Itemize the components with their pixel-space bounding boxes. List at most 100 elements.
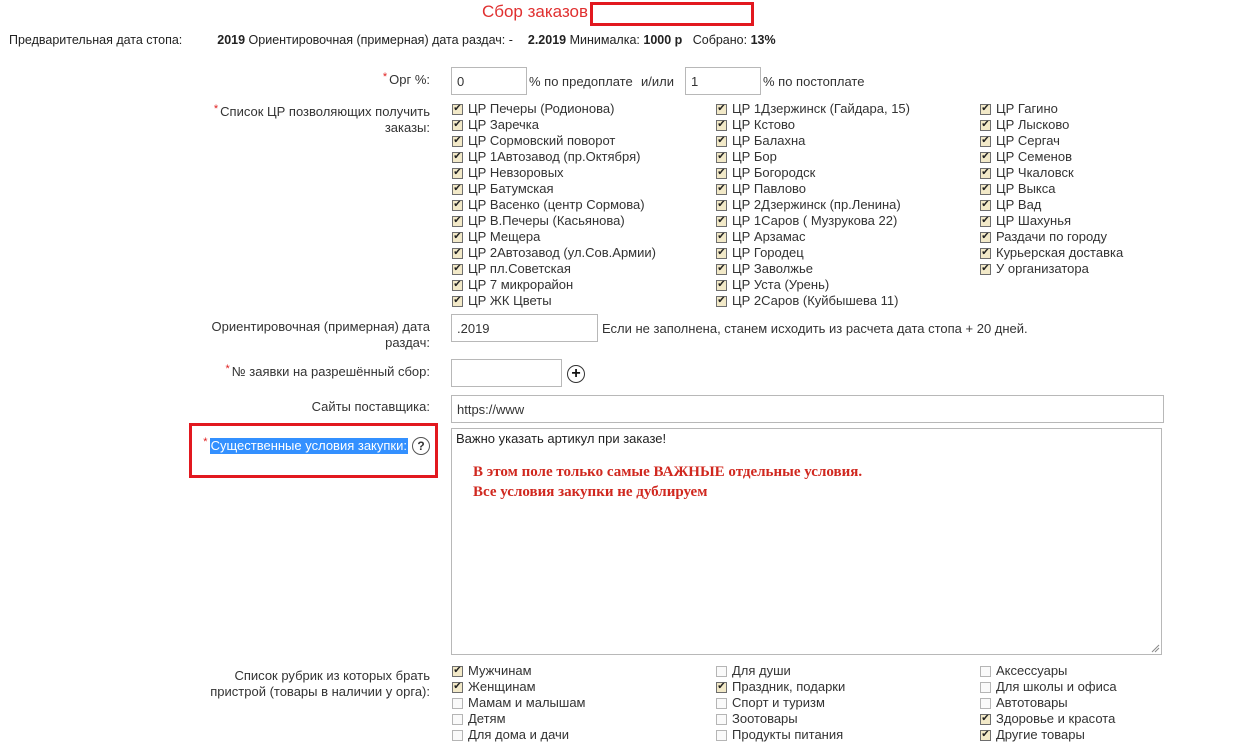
- checkbox-checked[interactable]: ✔: [452, 167, 463, 179]
- checkbox-item[interactable]: ✔ ЦР Балахна: [715, 133, 910, 149]
- checkbox-unchecked[interactable]: [980, 697, 991, 709]
- checkbox-item[interactable]: ✔ ЦР Уста (Урень): [715, 277, 910, 293]
- checkbox-item[interactable]: ✔ ЦР Сергач: [979, 133, 1123, 149]
- checkbox-item[interactable]: Аксессуары: [979, 663, 1117, 679]
- checkbox-checked[interactable]: ✔: [452, 681, 463, 693]
- checkbox-item[interactable]: ✔ ЦР Выкса: [979, 181, 1123, 197]
- checkbox-item[interactable]: ✔ Раздачи по городу: [979, 229, 1123, 245]
- checkbox-item[interactable]: ✔ ЦР Богородск: [715, 165, 910, 181]
- checkbox-checked[interactable]: ✔: [452, 279, 463, 291]
- checkbox-checked[interactable]: ✔: [716, 199, 727, 211]
- checkbox-unchecked[interactable]: [980, 665, 991, 677]
- checkbox-item[interactable]: ✔ ЦР Бор: [715, 149, 910, 165]
- conditions-textarea[interactable]: Важно указать артикул при заказе! В этом…: [451, 428, 1162, 655]
- checkbox-unchecked[interactable]: [452, 697, 463, 709]
- checkbox-checked[interactable]: ✔: [716, 681, 727, 693]
- help-icon[interactable]: ?: [412, 437, 430, 455]
- checkbox-item[interactable]: ✔ ЦР Кстово: [715, 117, 910, 133]
- checkbox-checked[interactable]: ✔: [716, 295, 727, 307]
- checkbox-item[interactable]: Автотовары: [979, 695, 1117, 711]
- checkbox-checked[interactable]: ✔: [452, 199, 463, 211]
- checkbox-item[interactable]: ✔ ЦР Сормовский поворот: [451, 133, 656, 149]
- checkbox-item[interactable]: ✔ ЦР Лысково: [979, 117, 1123, 133]
- checkbox-checked[interactable]: ✔: [452, 215, 463, 227]
- checkbox-checked[interactable]: ✔: [980, 729, 991, 741]
- checkbox-item[interactable]: ✔ ЦР Семенов: [979, 149, 1123, 165]
- checkbox-checked[interactable]: ✔: [716, 151, 727, 163]
- checkbox-item[interactable]: ✔ ЦР 1Дзержинск (Гайдара, 15): [715, 101, 910, 117]
- checkbox-checked[interactable]: ✔: [716, 263, 727, 275]
- checkbox-checked[interactable]: ✔: [716, 135, 727, 147]
- checkbox-checked[interactable]: ✔: [716, 279, 727, 291]
- add-permit-plus-icon[interactable]: +: [567, 365, 585, 383]
- checkbox-checked[interactable]: ✔: [980, 119, 991, 131]
- checkbox-item[interactable]: ✔ ЦР Заволжье: [715, 261, 910, 277]
- checkbox-item[interactable]: ✔ ЦР Городец: [715, 245, 910, 261]
- checkbox-item[interactable]: Детям: [451, 711, 586, 727]
- checkbox-checked[interactable]: ✔: [716, 231, 727, 243]
- sites-input[interactable]: [451, 395, 1164, 423]
- checkbox-item[interactable]: ✔ ЦР 7 микрорайон: [451, 277, 656, 293]
- checkbox-item[interactable]: ✔ ЦР Чкаловск: [979, 165, 1123, 181]
- checkbox-item[interactable]: ✔ ЦР Вад: [979, 197, 1123, 213]
- checkbox-item[interactable]: ✔ ЦР 1Саров ( Музрукова 22): [715, 213, 910, 229]
- checkbox-checked[interactable]: ✔: [452, 151, 463, 163]
- checkbox-checked[interactable]: ✔: [716, 103, 727, 115]
- checkbox-item[interactable]: ✔ ЦР ЖК Цветы: [451, 293, 656, 309]
- checkbox-item[interactable]: ✔ ЦР В.Печеры (Касьянова): [451, 213, 656, 229]
- checkbox-checked[interactable]: ✔: [452, 183, 463, 195]
- prepay-input[interactable]: [451, 67, 527, 95]
- checkbox-item[interactable]: ✔ ЦР 1Автозавод (пр.Октября): [451, 149, 656, 165]
- checkbox-item[interactable]: Мамам и малышам: [451, 695, 586, 711]
- checkbox-item[interactable]: ✔ ЦР Гагино: [979, 101, 1123, 117]
- checkbox-unchecked[interactable]: [716, 729, 727, 741]
- checkbox-checked[interactable]: ✔: [716, 247, 727, 259]
- checkbox-item[interactable]: ✔ ЦР Невзоровых: [451, 165, 656, 181]
- checkbox-checked[interactable]: ✔: [716, 119, 727, 131]
- checkbox-checked[interactable]: ✔: [716, 167, 727, 179]
- checkbox-item[interactable]: Зоотовары: [715, 711, 845, 727]
- checkbox-checked[interactable]: ✔: [452, 665, 463, 677]
- checkbox-unchecked[interactable]: [980, 681, 991, 693]
- checkbox-item[interactable]: ✔ ЦР Павлово: [715, 181, 910, 197]
- resize-grip-icon[interactable]: [1150, 643, 1160, 653]
- dist-date-input[interactable]: [451, 314, 598, 342]
- checkbox-item[interactable]: ✔ ЦР Васенко (центр Сормова): [451, 197, 656, 213]
- checkbox-checked[interactable]: ✔: [980, 247, 991, 259]
- checkbox-item[interactable]: ✔ ЦР Арзамас: [715, 229, 910, 245]
- checkbox-item[interactable]: ✔ Женщинам: [451, 679, 586, 695]
- checkbox-unchecked[interactable]: [716, 697, 727, 709]
- checkbox-checked[interactable]: ✔: [980, 713, 991, 725]
- checkbox-checked[interactable]: ✔: [716, 215, 727, 227]
- checkbox-checked[interactable]: ✔: [452, 135, 463, 147]
- postpay-input[interactable]: [685, 67, 761, 95]
- checkbox-checked[interactable]: ✔: [980, 199, 991, 211]
- checkbox-checked[interactable]: ✔: [716, 183, 727, 195]
- checkbox-item[interactable]: ✔ ЦР Мещера: [451, 229, 656, 245]
- checkbox-checked[interactable]: ✔: [980, 103, 991, 115]
- checkbox-checked[interactable]: ✔: [980, 167, 991, 179]
- checkbox-checked[interactable]: ✔: [452, 231, 463, 243]
- checkbox-item[interactable]: Для школы и офиса: [979, 679, 1117, 695]
- checkbox-unchecked[interactable]: [452, 713, 463, 725]
- checkbox-checked[interactable]: ✔: [980, 151, 991, 163]
- checkbox-item[interactable]: Продукты питания: [715, 727, 845, 743]
- checkbox-checked[interactable]: ✔: [452, 263, 463, 275]
- checkbox-item[interactable]: ✔ Курьерская доставка: [979, 245, 1123, 261]
- checkbox-checked[interactable]: ✔: [452, 295, 463, 307]
- checkbox-item[interactable]: ✔ Праздник, подарки: [715, 679, 845, 695]
- checkbox-item[interactable]: ✔ ЦР 2Саров (Куйбышева 11): [715, 293, 910, 309]
- checkbox-checked[interactable]: ✔: [980, 135, 991, 147]
- checkbox-item[interactable]: Для дома и дачи: [451, 727, 586, 743]
- checkbox-item[interactable]: ✔ ЦР 2Дзержинск (пр.Ленина): [715, 197, 910, 213]
- checkbox-item[interactable]: ✔ ЦР Шахунья: [979, 213, 1123, 229]
- checkbox-checked[interactable]: ✔: [452, 103, 463, 115]
- checkbox-unchecked[interactable]: [452, 729, 463, 741]
- checkbox-checked[interactable]: ✔: [452, 247, 463, 259]
- checkbox-item[interactable]: ✔ ЦР Заречка: [451, 117, 656, 133]
- checkbox-item[interactable]: Спорт и туризм: [715, 695, 845, 711]
- checkbox-checked[interactable]: ✔: [980, 263, 991, 275]
- checkbox-item[interactable]: ✔ У организатора: [979, 261, 1123, 277]
- checkbox-unchecked[interactable]: [716, 713, 727, 725]
- permit-input[interactable]: [451, 359, 562, 387]
